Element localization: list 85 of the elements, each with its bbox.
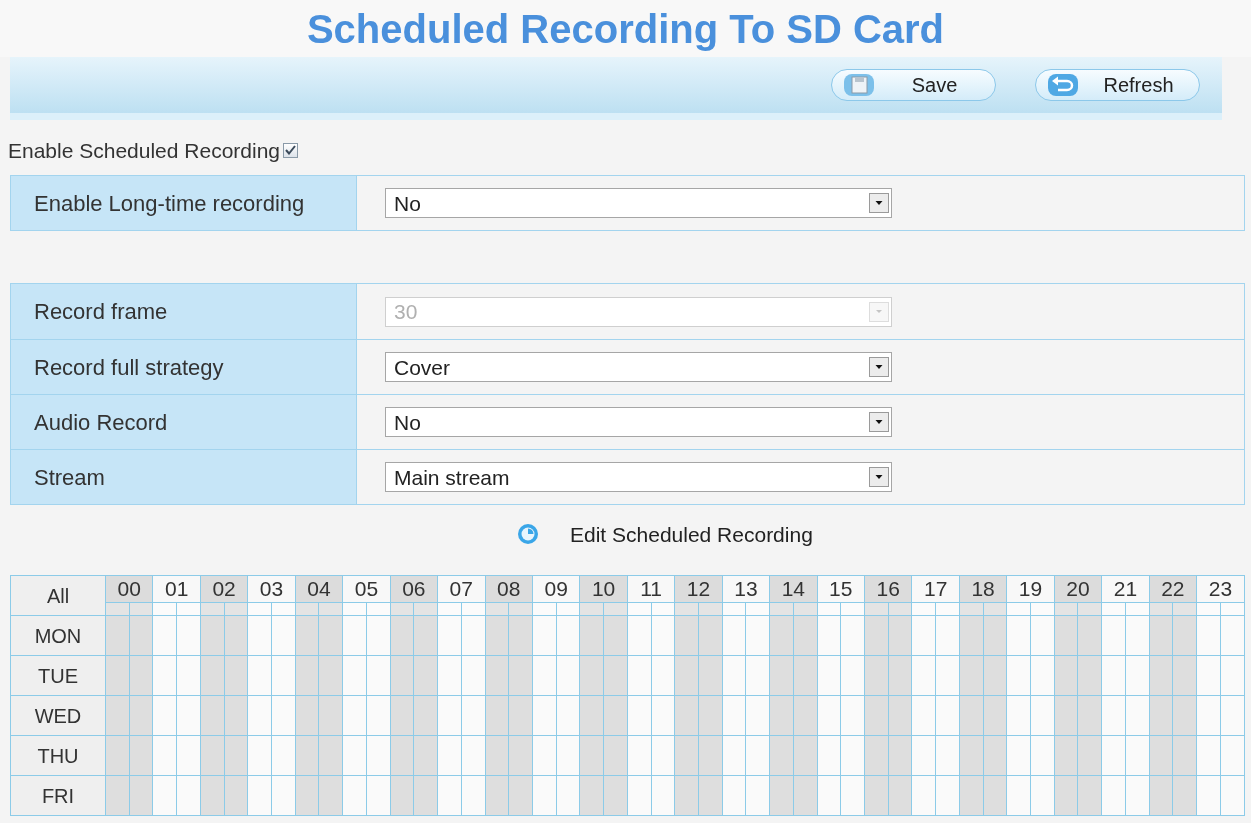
hour-header[interactable]: 06 [390,575,438,603]
field-label: Enable Long-time recording [11,176,357,230]
half-hour-slot[interactable] [817,602,841,616]
hour-header[interactable]: 18 [959,575,1007,603]
hour-header[interactable]: 03 [247,575,296,603]
clock-icon [518,524,538,544]
half-hour-slot[interactable] [745,602,770,616]
field-label: Record frame [11,284,357,339]
half-hour-slot[interactable] [318,602,343,616]
half-hour-slot[interactable] [627,602,652,616]
half-hour-slot[interactable] [579,602,604,616]
hour-header[interactable]: 09 [532,575,580,603]
hour-header[interactable]: 00 [105,575,153,603]
day-label[interactable]: TUE [10,655,106,696]
hour-header[interactable]: 01 [152,575,201,603]
day-label[interactable]: FRI [10,775,106,816]
hour-header[interactable]: 07 [437,575,485,603]
half-hour-slot[interactable] [200,602,225,616]
caret-down-icon [869,467,889,487]
field-label: Stream [11,450,357,504]
dropdown[interactable]: No [385,407,892,437]
half-hour-slot[interactable] [864,602,889,616]
half-hour-slot[interactable] [793,602,818,616]
hour-header[interactable]: 08 [485,575,533,603]
day-label[interactable]: MON [10,615,106,656]
half-hour-slot[interactable] [1149,602,1173,616]
half-hour-slot[interactable] [485,602,509,616]
hour-header[interactable]: 15 [817,575,865,603]
half-hour-slot[interactable] [1125,602,1150,616]
half-hour-slot[interactable] [224,602,248,616]
hour-header[interactable]: 13 [722,575,770,603]
half-hour-slot[interactable] [983,602,1007,616]
half-hour-slot[interactable] [295,602,319,616]
half-hour-slot[interactable] [247,602,272,616]
checkbox-label: Enable Scheduled Recording [8,139,281,161]
half-hour-slot[interactable] [959,602,984,616]
hour-header[interactable]: 14 [769,575,818,603]
hour-header[interactable]: 10 [579,575,628,603]
half-hour-slot[interactable] [698,602,723,616]
day-label[interactable]: THU [10,735,106,776]
caret-down-icon [869,301,889,322]
half-hour-slot[interactable] [461,602,485,616]
half-hour-slot[interactable] [366,602,391,616]
half-hour-slot[interactable] [129,602,153,616]
dropdown[interactable]: No [385,188,892,218]
page-title: Scheduled Recording To SD Card [306,8,945,49]
dropdown[interactable]: Main stream [385,462,892,492]
half-hour-slot[interactable] [722,602,746,616]
hour-header[interactable]: 23 [1196,575,1245,603]
half-hour-slot[interactable] [888,602,912,616]
hour-header[interactable]: 20 [1054,575,1102,603]
save-button[interactable]: Save [831,69,996,101]
select-all-cell[interactable]: All [10,575,106,616]
half-hour-slot[interactable] [1054,602,1078,616]
half-hour-slot[interactable] [1077,602,1102,616]
checkbox[interactable] [283,142,299,158]
hour-header[interactable]: 04 [295,575,343,603]
checkmark-icon [285,145,297,155]
half-hour-slot[interactable] [390,602,414,616]
caret-down-icon [869,193,889,213]
hour-header[interactable]: 02 [200,575,248,603]
half-hour-slot[interactable] [651,602,675,616]
field-label: Record full strategy [11,340,357,394]
field-label: Audio Record [11,395,357,449]
hour-header[interactable]: 21 [1101,575,1150,603]
half-hour-slot[interactable] [556,602,580,616]
refresh-button[interactable]: Refresh [1035,69,1200,101]
hour-header[interactable]: 19 [1006,575,1055,603]
hour-header[interactable]: 22 [1149,575,1197,603]
half-hour-slot[interactable] [911,602,936,616]
half-hour-slot[interactable] [152,602,177,616]
day-label[interactable]: WED [10,695,106,736]
dropdown[interactable]: Cover [385,352,892,382]
hour-header[interactable]: 16 [864,575,912,603]
hour-header[interactable]: 12 [674,575,723,603]
hour-header[interactable]: 11 [627,575,675,603]
half-hour-slot[interactable] [1006,602,1031,616]
half-hour-slot[interactable] [413,602,438,616]
half-hour-slot[interactable] [1172,602,1197,616]
edit-schedule-link[interactable]: Edit Scheduled Recording [518,523,813,545]
hour-header[interactable]: 05 [342,575,391,603]
half-hour-slot[interactable] [532,602,557,616]
caret-down-icon [869,412,889,432]
caret-down-icon [869,357,889,377]
hour-header[interactable]: 17 [911,575,960,603]
